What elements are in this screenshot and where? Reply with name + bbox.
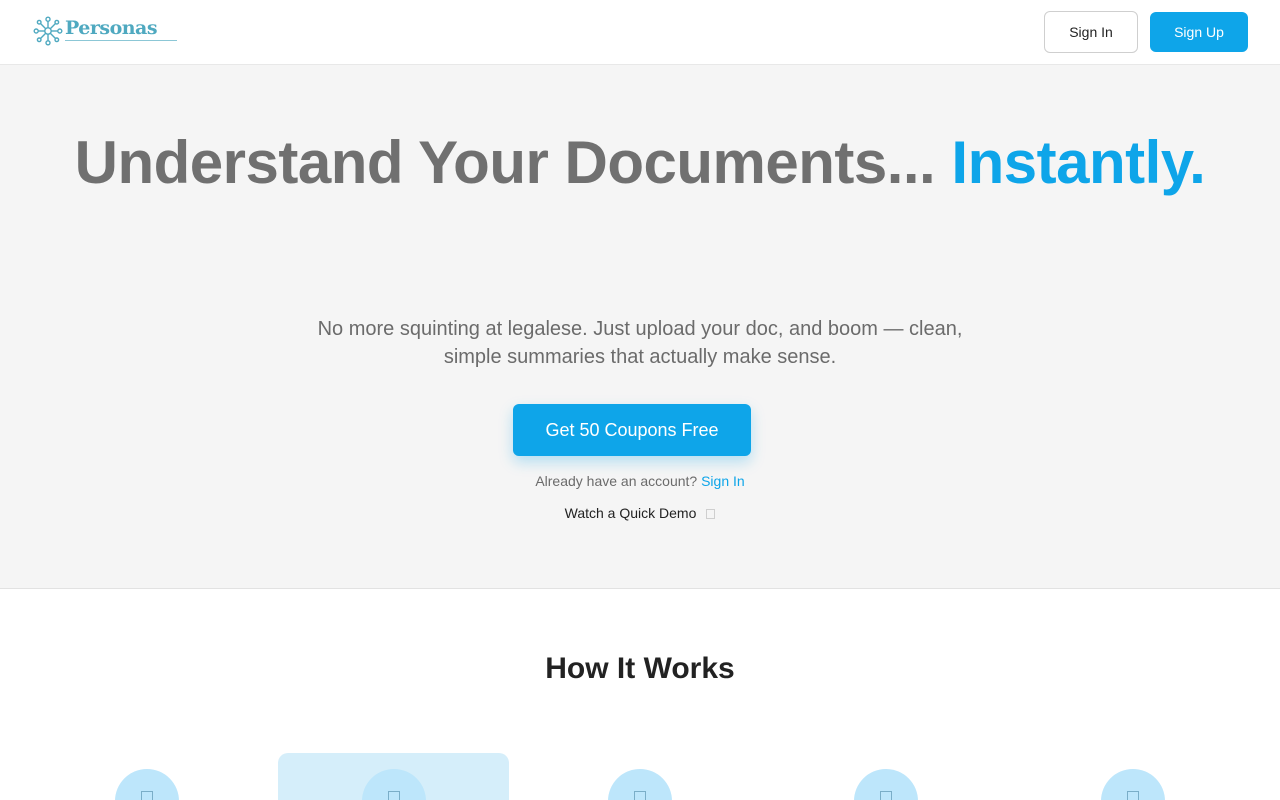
step-card[interactable]	[31, 753, 262, 800]
hero-title-main: Understand Your Documents...	[74, 129, 936, 196]
step-icon-circle	[362, 769, 426, 800]
get-coupons-button[interactable]: Get 50 Coupons Free	[513, 404, 751, 456]
watch-demo-label: Watch a Quick Demo	[564, 505, 697, 521]
logo[interactable]: Personas	[33, 16, 177, 46]
step-icon-circle	[854, 769, 918, 800]
account-prompt: Already have an account? Sign In	[0, 473, 1280, 489]
sign-up-button[interactable]: Sign Up	[1150, 12, 1248, 52]
account-sign-in-link[interactable]: Sign In	[701, 473, 745, 489]
step-card-active[interactable]	[278, 753, 509, 800]
top-navbar: Personas Sign In Sign Up	[0, 0, 1280, 65]
step-icon-circle	[608, 769, 672, 800]
hero-title: Understand Your Documents... Instantly.	[0, 129, 1280, 197]
molecule-logo-icon	[33, 16, 63, 46]
step-card[interactable]	[524, 753, 755, 800]
hero-subtitle: No more squinting at legalese. Just uplo…	[317, 318, 963, 368]
logo-text: Personas	[65, 17, 158, 39]
step-icon	[1127, 791, 1139, 800]
step-icon-circle	[1101, 769, 1165, 800]
step-icon	[634, 791, 646, 800]
account-prompt-text: Already have an account?	[535, 473, 698, 489]
step-icon-circle	[115, 769, 179, 800]
logo-wordmark: Personas	[65, 18, 177, 43]
step-card[interactable]	[770, 753, 1001, 800]
how-it-works-title: How It Works	[545, 652, 735, 685]
step-icon	[141, 791, 153, 800]
step-icon	[388, 791, 400, 800]
play-icon	[706, 509, 716, 519]
hero-title-accent: Instantly.	[951, 129, 1206, 196]
step-icon	[880, 791, 892, 800]
step-card[interactable]	[1017, 753, 1248, 800]
sign-in-button[interactable]: Sign In	[1044, 11, 1138, 53]
watch-demo-link[interactable]: Watch a Quick Demo	[0, 505, 1280, 521]
logo-tagline-line	[65, 40, 177, 43]
hero-section: Understand Your Documents... Instantly. …	[0, 65, 1280, 589]
